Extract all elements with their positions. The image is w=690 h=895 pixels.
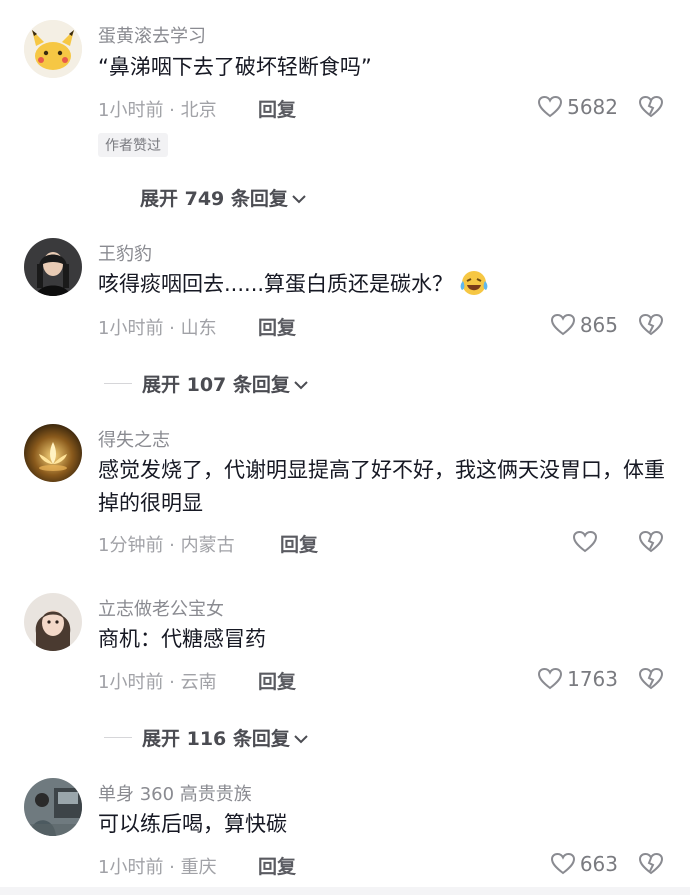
broken-heart-icon <box>638 530 664 554</box>
like-count: 663 <box>579 852 618 876</box>
username[interactable]: 蛋黄滚去学习 <box>98 22 206 48</box>
heart-outline-icon <box>537 95 563 119</box>
like-button[interactable] <box>572 530 602 554</box>
chevron-down-icon <box>294 727 308 749</box>
expand-replies-button[interactable]: 展开 116 条回复 <box>104 724 308 751</box>
comment-text-row: 咳得痰咽回去......算蛋白质还是碳水？ <box>98 268 668 307</box>
time-location: 1小时前 · 北京 <box>98 100 217 121</box>
like-button[interactable]: 5682 <box>537 95 618 119</box>
avatar[interactable] <box>24 20 82 78</box>
username[interactable]: 王豹豹 <box>98 240 152 266</box>
time-location: 1分钟前 · 内蒙古 <box>98 535 235 556</box>
username[interactable]: 得失之志 <box>98 426 170 452</box>
avatar[interactable] <box>24 778 82 836</box>
laughing-crying-emoji <box>459 269 489 307</box>
broken-heart-icon <box>638 667 664 691</box>
dislike-button[interactable] <box>638 530 664 554</box>
expand-replies-label: 展开 749 条回复 <box>140 188 288 210</box>
reply-button[interactable]: 回复 <box>258 667 296 694</box>
avatar[interactable] <box>24 238 82 296</box>
like-button[interactable]: 663 <box>550 852 618 876</box>
avatar[interactable] <box>24 593 82 651</box>
like-button[interactable]: 1763 <box>537 667 618 691</box>
reply-button[interactable]: 回复 <box>258 95 296 122</box>
like-count: 1763 <box>567 667 618 691</box>
expand-replies-label: 展开 116 条回复 <box>142 728 290 750</box>
chevron-down-icon <box>292 187 306 209</box>
divider-line <box>104 383 132 384</box>
time-location: 1小时前 · 山东 <box>98 318 217 339</box>
heart-outline-icon <box>572 530 598 554</box>
reply-button[interactable]: 回复 <box>258 313 296 340</box>
bottom-bar <box>0 887 690 895</box>
time-location: 1小时前 · 云南 <box>98 672 217 693</box>
dislike-button[interactable] <box>638 667 664 691</box>
broken-heart-icon <box>638 313 664 337</box>
expand-replies-button[interactable]: 展开 107 条回复 <box>104 370 308 397</box>
username[interactable]: 立志做老公宝女 <box>98 595 224 621</box>
time-location: 1小时前 · 重庆 <box>98 857 217 878</box>
dislike-button[interactable] <box>638 852 664 876</box>
reply-button[interactable]: 回复 <box>280 530 318 557</box>
divider-line <box>104 737 132 738</box>
like-count: 5682 <box>567 95 618 119</box>
broken-heart-icon <box>638 95 664 119</box>
comment-text: 咳得痰咽回去......算蛋白质还是碳水？ <box>98 272 454 296</box>
heart-outline-icon <box>550 313 576 337</box>
dislike-button[interactable] <box>638 313 664 337</box>
comment-text: 商机：代糖感冒药 <box>98 627 266 651</box>
username[interactable]: 单身 360 高贵贵族 <box>98 780 252 806</box>
comment-text: 感觉发烧了，代谢明显提高了好不好，我这俩天没胃口，体重掉的很明显 <box>98 458 665 515</box>
avatar[interactable] <box>24 424 82 482</box>
heart-outline-icon <box>537 667 563 691</box>
comment-text: 可以练后喝，算快碳 <box>98 812 287 836</box>
chevron-down-icon <box>294 373 308 395</box>
like-count: 865 <box>579 313 618 337</box>
expand-replies-button[interactable]: 展开 749 条回复 <box>140 184 306 211</box>
expand-replies-label: 展开 107 条回复 <box>142 374 290 396</box>
heart-outline-icon <box>550 852 576 876</box>
like-button[interactable]: 865 <box>550 313 618 337</box>
reply-button[interactable]: 回复 <box>258 852 296 879</box>
comment-text: “鼻涕咽下去了破坏轻断食吗” <box>98 55 372 79</box>
broken-heart-icon <box>638 852 664 876</box>
author-liked-badge: 作者赞过 <box>98 133 168 157</box>
dislike-button[interactable] <box>638 95 664 119</box>
